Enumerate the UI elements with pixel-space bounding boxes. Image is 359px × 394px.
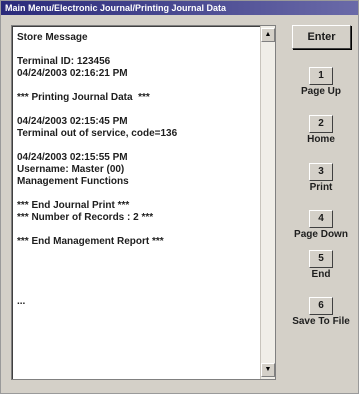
journal-line bbox=[17, 248, 259, 260]
journal-line bbox=[17, 224, 259, 236]
page-down-button[interactable]: 4 bbox=[309, 210, 333, 228]
home-key: 2 Home bbox=[284, 113, 358, 145]
end-label: End bbox=[311, 269, 331, 280]
journal-line bbox=[17, 80, 259, 92]
journal-line: Username: Master (00) bbox=[17, 164, 125, 175]
print-label: Print bbox=[309, 182, 333, 193]
journal-line: ... bbox=[17, 296, 26, 307]
journal-line: *** Printing Journal Data *** bbox=[17, 92, 150, 103]
journal-line bbox=[17, 308, 259, 320]
journal-line: *** Number of Records : 2 *** bbox=[17, 212, 154, 223]
journal-line bbox=[17, 188, 259, 200]
journal-line bbox=[17, 260, 259, 272]
main-window: Main Menu/Electronic Journal/Printing Jo… bbox=[0, 0, 359, 394]
end-button[interactable]: 5 bbox=[309, 250, 333, 268]
page-up-label: Page Up bbox=[300, 86, 341, 97]
journal-line: 04/24/2003 02:16:21 PM bbox=[17, 68, 128, 79]
home-label: Home bbox=[307, 134, 335, 145]
page-down-key: 4 Page Down bbox=[284, 208, 358, 240]
journal-line: Management Functions bbox=[17, 176, 129, 187]
journal-line bbox=[17, 44, 259, 56]
journal-line bbox=[17, 284, 259, 296]
journal-line bbox=[17, 272, 259, 284]
journal-line bbox=[17, 104, 259, 116]
journal-text-pane[interactable]: Store Message Terminal ID: 123456 04/24/2… bbox=[11, 25, 276, 380]
journal-text: Store Message Terminal ID: 123456 04/24/2… bbox=[17, 32, 259, 320]
scroll-down-icon[interactable]: ▼ bbox=[261, 363, 275, 377]
journal-line: 04/24/2003 02:15:45 PM bbox=[17, 116, 128, 127]
journal-line: *** End Journal Print *** bbox=[17, 200, 130, 211]
function-keys: 1 Page Up 2 Home 3 Print 4 Page Down 5 E… bbox=[284, 1, 358, 393]
home-button[interactable]: 2 bbox=[309, 115, 333, 133]
page-up-key: 1 Page Up bbox=[284, 65, 358, 97]
end-key: 5 End bbox=[284, 248, 358, 280]
journal-line: 04/24/2003 02:15:55 PM bbox=[17, 152, 128, 163]
journal-line: Store Message bbox=[17, 32, 88, 43]
save-to-file-key: 6 Save To File bbox=[284, 295, 358, 327]
journal-line: *** End Management Report *** bbox=[17, 236, 164, 247]
journal-line: Terminal out of service, code=136 bbox=[17, 128, 178, 139]
save-to-file-button[interactable]: 6 bbox=[309, 297, 333, 315]
print-key: 3 Print bbox=[284, 161, 358, 193]
journal-line: Terminal ID: 123456 bbox=[17, 56, 111, 67]
journal-line bbox=[17, 140, 259, 152]
scroll-up-icon[interactable]: ▲ bbox=[261, 28, 275, 42]
page-up-button[interactable]: 1 bbox=[309, 67, 333, 85]
print-button[interactable]: 3 bbox=[309, 163, 333, 181]
vertical-scrollbar[interactable]: ▲ ▼ bbox=[260, 26, 275, 379]
save-to-file-label: Save To File bbox=[292, 316, 350, 327]
page-down-label: Page Down bbox=[294, 229, 348, 240]
